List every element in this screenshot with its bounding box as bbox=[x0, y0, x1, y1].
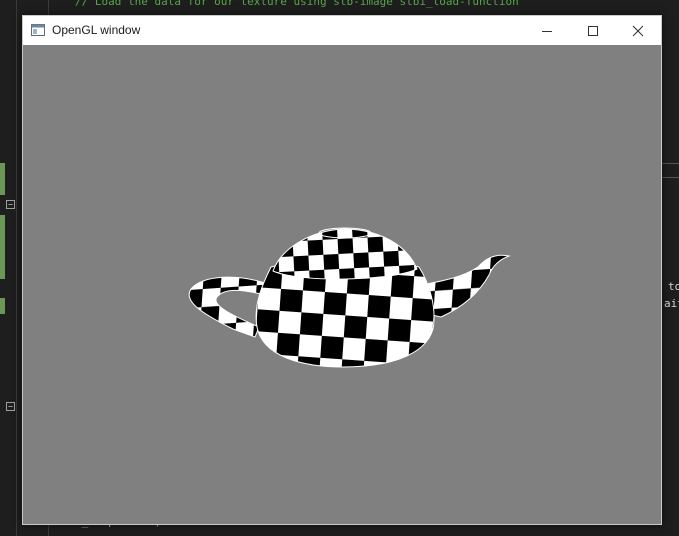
fold-collapse-icon[interactable]: − bbox=[6, 402, 15, 411]
maximize-icon bbox=[588, 25, 598, 36]
opengl-window[interactable]: OpenGL window bbox=[22, 15, 662, 525]
teapot-render bbox=[188, 227, 511, 368]
code-comment: // Load the data for our texture using s… bbox=[75, 0, 519, 8]
teapot-lid bbox=[272, 227, 418, 280]
code-fragment: to bbox=[668, 280, 679, 293]
render-viewport[interactable] bbox=[23, 45, 661, 524]
close-icon bbox=[632, 25, 644, 36]
fold-collapse-icon[interactable]: − bbox=[6, 200, 15, 209]
gutter-divider bbox=[16, 0, 17, 536]
minimize-icon bbox=[542, 30, 552, 32]
change-indicator bbox=[0, 163, 5, 195]
window-title: OpenGL window bbox=[52, 23, 141, 37]
title-bar[interactable]: OpenGL window bbox=[23, 16, 661, 45]
change-indicator bbox=[0, 298, 5, 314]
change-indicator bbox=[0, 215, 5, 279]
code-fragment: ait bbox=[664, 297, 679, 310]
close-button[interactable] bbox=[615, 16, 661, 45]
panel-border bbox=[662, 177, 679, 178]
panel-border bbox=[662, 163, 679, 164]
maximize-button[interactable] bbox=[570, 16, 616, 45]
app-window-icon bbox=[31, 24, 45, 36]
teapot-spout bbox=[420, 254, 511, 318]
minimize-button[interactable] bbox=[524, 16, 570, 45]
